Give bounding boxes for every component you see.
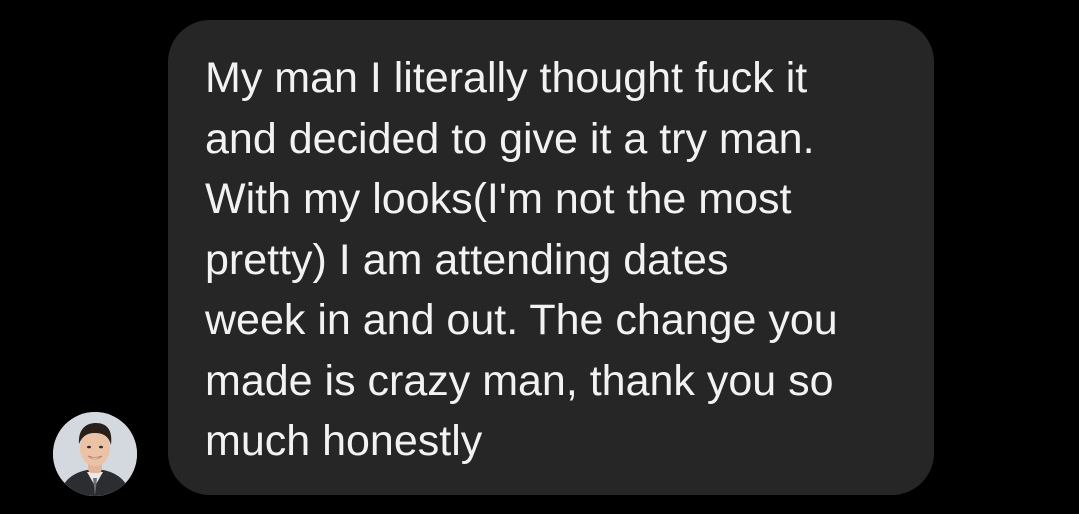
sender-avatar[interactable] [53, 412, 137, 496]
message-bubble[interactable]: My man I literally thought fuck it and d… [168, 20, 934, 495]
received-message-row: My man I literally thought fuck it and d… [0, 0, 1079, 514]
message-text: My man I literally thought fuck it and d… [205, 54, 838, 465]
user-profile-photo-icon [53, 412, 137, 496]
